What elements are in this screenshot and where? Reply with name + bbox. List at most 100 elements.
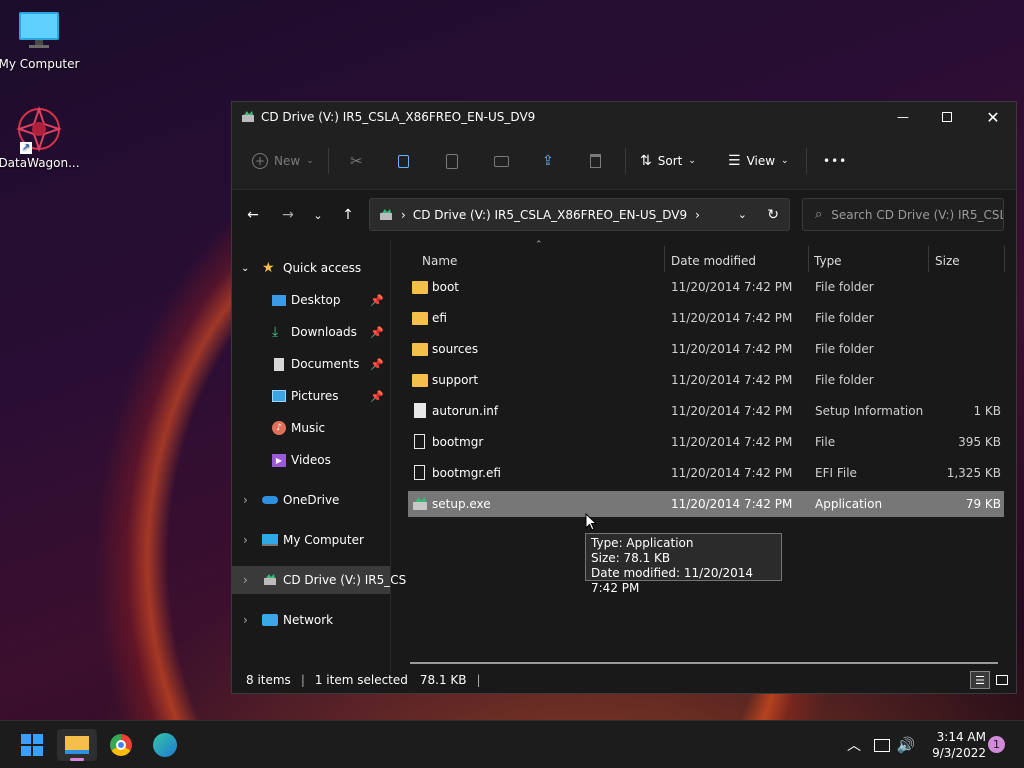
file-name: bootmgr.efi — [432, 466, 501, 480]
folder-icon — [412, 343, 428, 356]
file-type: File folder — [815, 342, 874, 356]
new-button[interactable]: + New ⌄ — [252, 149, 314, 173]
file-tooltip: Type: Application Size: 78.1 KB Date mod… — [585, 533, 782, 595]
view-lines-icon: ☰ — [728, 153, 741, 169]
file-date: 11/20/2014 7:42 PM — [671, 435, 793, 449]
notification-badge[interactable]: 1 — [988, 736, 1005, 753]
maximize-button[interactable] — [924, 102, 970, 132]
forward-button[interactable]: → — [276, 205, 300, 225]
tiles-view-button[interactable] — [993, 671, 1011, 689]
column-header-date[interactable]: Date modified — [664, 246, 809, 276]
cut-button[interactable]: ✂ — [350, 149, 363, 173]
sort-button[interactable]: ⇅ Sort ⌄ — [640, 149, 696, 173]
nav-item-desktop[interactable]: Desktop 📌 — [232, 286, 390, 314]
pane-divider[interactable] — [390, 240, 391, 672]
back-button[interactable]: ← — [241, 205, 265, 225]
nav-network[interactable]: › Network — [232, 606, 390, 634]
file-date: 11/20/2014 7:42 PM — [671, 466, 793, 480]
desktop-icon — [272, 294, 286, 306]
file-icon — [414, 434, 425, 449]
delete-button[interactable] — [590, 149, 601, 173]
window-title: CD Drive (V:) IR5_CSLA_X86FREO_EN-US_DV9 — [261, 110, 536, 124]
tooltip-type: Type: Application — [591, 536, 694, 550]
breadcrumb[interactable]: CD Drive (V:) IR5_CSLA_X86FREO_EN-US_DV9 — [413, 208, 687, 222]
search-input[interactable]: ⌕ Search CD Drive (V:) IR5_CSL... — [802, 198, 1004, 231]
file-type: Setup Information — [815, 404, 924, 418]
taskbar-file-explorer[interactable] — [57, 729, 97, 761]
column-header-size[interactable]: Size — [928, 246, 1004, 276]
nav-item-downloads[interactable]: ⤓ Downloads 📌 — [232, 318, 390, 346]
details-view-button[interactable]: ☰ — [970, 671, 990, 689]
pin-icon: 📌 — [370, 389, 384, 403]
nav-item-pictures[interactable]: Pictures 📌 — [232, 382, 390, 410]
shortcut-arrow-icon: ↗ — [20, 142, 32, 154]
file-row-bootmgr-efi[interactable]: bootmgr.efi 11/20/2014 7:42 PM EFI File … — [408, 460, 1004, 486]
file-name: setup.exe — [432, 497, 491, 511]
desktop-icon-my-computer[interactable]: My Computer — [0, 10, 81, 71]
paste-button[interactable] — [446, 149, 458, 173]
share-button[interactable]: ⇪ — [542, 149, 554, 173]
nav-onedrive[interactable]: › OneDrive — [232, 486, 390, 514]
address-row: ← → ⌄ ↑ › CD Drive (V:) IR5_CSLA_X86FREO… — [232, 190, 1016, 240]
selection-count: 1 item selected — [314, 673, 408, 687]
start-button[interactable] — [12, 729, 52, 761]
notification-count: 1 — [993, 738, 1000, 751]
file-row-efi[interactable]: efi 11/20/2014 7:42 PM File folder — [408, 305, 1004, 331]
file-explorer-window: CD Drive (V:) IR5_CSLA_X86FREO_EN-US_DV9… — [231, 101, 1017, 694]
trash-icon — [590, 154, 601, 168]
file-row-bootmgr[interactable]: bootmgr 11/20/2014 7:42 PM File 395 KB — [408, 429, 1004, 455]
column-header-name[interactable]: Name — [402, 246, 664, 276]
view-button[interactable]: ☰ View ⌄ — [728, 149, 789, 173]
file-row-autorun[interactable]: autorun.inf 11/20/2014 7:42 PM Setup Inf… — [408, 398, 1004, 424]
chevron-down-icon: ⌄ — [313, 208, 323, 222]
cd-drive-icon — [263, 573, 277, 587]
recent-locations-button[interactable]: ⌄ — [306, 205, 330, 225]
volume-button[interactable]: 🔊 — [888, 729, 924, 761]
breadcrumb-chevron-icon: › — [401, 207, 406, 222]
address-bar[interactable]: › CD Drive (V:) IR5_CSLA_X86FREO_EN-US_D… — [369, 198, 790, 231]
star-icon: ★ — [262, 260, 275, 276]
chrome-icon — [110, 734, 132, 756]
downloads-icon: ⤓ — [272, 324, 279, 340]
file-type: File folder — [815, 311, 874, 325]
minimize-button[interactable]: — — [880, 102, 926, 132]
up-button[interactable]: ↑ — [336, 205, 360, 225]
toolbar-separator — [625, 148, 626, 174]
file-row-sources[interactable]: sources 11/20/2014 7:42 PM File folder — [408, 336, 1004, 362]
taskbar-edge[interactable] — [145, 729, 185, 761]
more-options-button[interactable]: ••• — [823, 149, 847, 173]
nav-quick-access[interactable]: ⌄ ★ Quick access — [232, 254, 390, 282]
item-count: 8 items — [246, 673, 291, 687]
nav-item-videos[interactable]: ▶ Videos — [232, 446, 390, 474]
status-divider: | — [300, 673, 305, 687]
clock[interactable]: 3:14 AM 9/3/2022 — [926, 729, 986, 761]
file-row-support[interactable]: support 11/20/2014 7:42 PM File folder — [408, 367, 1004, 393]
nav-cd-drive[interactable]: › CD Drive (V:) IR5_CS — [232, 566, 406, 594]
nav-item-documents[interactable]: Documents 📌 — [232, 350, 390, 378]
close-icon: ✕ — [986, 107, 1000, 127]
status-divider: | — [476, 673, 481, 687]
search-placeholder: Search CD Drive (V:) IR5_CSL... — [831, 207, 1003, 222]
refresh-icon[interactable]: ↻ — [767, 207, 779, 223]
copy-button[interactable] — [398, 149, 409, 173]
rename-button[interactable] — [494, 149, 509, 173]
column-header-label: Size — [935, 254, 960, 268]
address-dropdown-icon[interactable]: ⌄ — [738, 208, 747, 221]
title-bar[interactable]: CD Drive (V:) IR5_CSLA_X86FREO_EN-US_DV9… — [232, 102, 1016, 132]
nav-item-music[interactable]: ♪ Music — [232, 414, 390, 442]
file-row-setup-exe[interactable]: setup.exe 11/20/2014 7:42 PM Application… — [408, 491, 1004, 517]
active-app-indicator — [70, 758, 84, 761]
horizontal-scrollbar[interactable] — [410, 662, 998, 664]
nav-my-computer[interactable]: › My Computer — [232, 526, 390, 554]
cd-drive-icon — [379, 208, 393, 222]
column-header-type[interactable]: Type — [808, 246, 928, 276]
desktop-icon-datawagon[interactable]: ↗ DataWagon... — [0, 105, 81, 170]
column-divider[interactable] — [1004, 246, 1005, 272]
pin-icon: 📌 — [370, 325, 384, 339]
arrow-left-icon: ← — [247, 207, 259, 223]
close-button[interactable]: ✕ — [970, 102, 1016, 132]
taskbar-chrome[interactable] — [101, 729, 141, 761]
file-row-boot[interactable]: boot 11/20/2014 7:42 PM File folder — [408, 274, 1004, 300]
chevron-right-icon: › — [243, 533, 248, 547]
new-label: New — [274, 154, 301, 168]
